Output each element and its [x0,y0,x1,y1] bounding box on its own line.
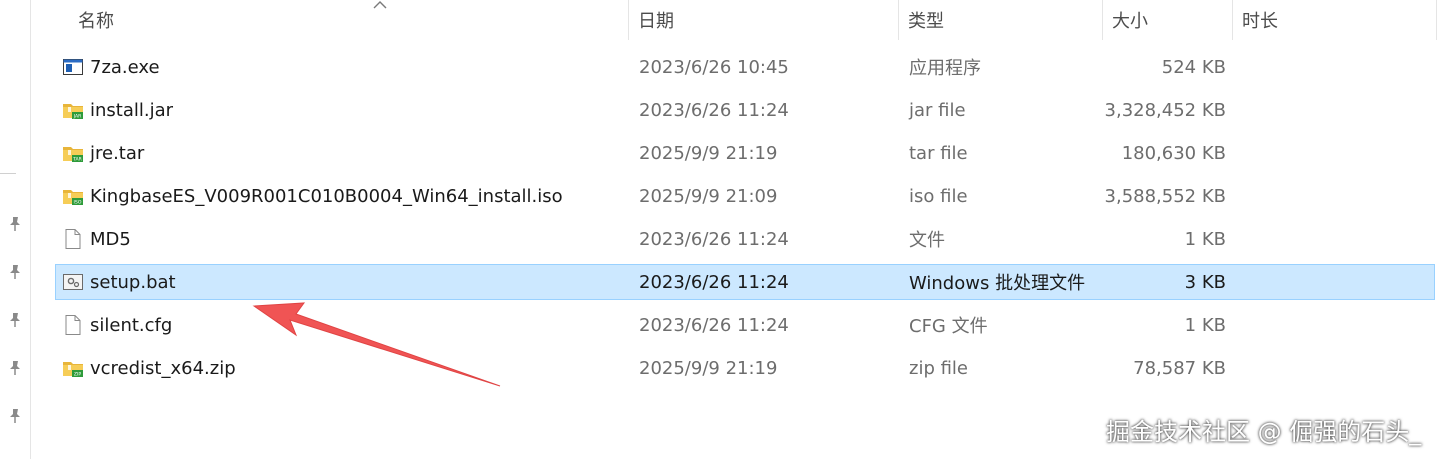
watermark-text: 掘金技术社区 @ 倔强的石头_ [1106,418,1422,446]
annotation-arrow [252,302,501,387]
